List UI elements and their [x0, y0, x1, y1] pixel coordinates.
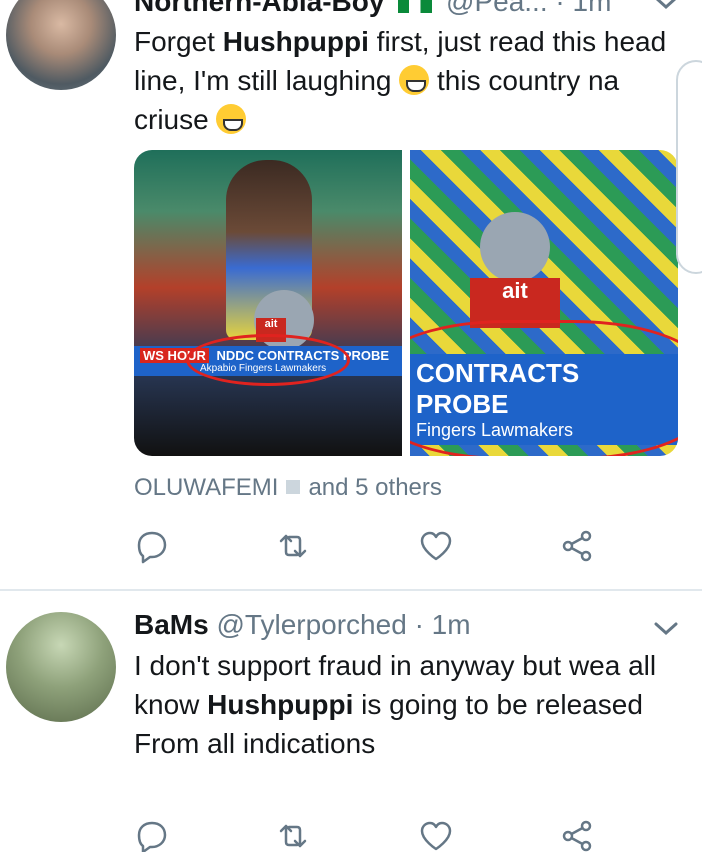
heart-icon[interactable]: [418, 528, 454, 564]
handle[interactable]: @Pea...: [446, 0, 548, 17]
timestamp: · 1m: [414, 609, 471, 640]
retweet-icon[interactable]: [275, 528, 311, 564]
tweet[interactable]: BaMs @Tylerporched · 1m I don't support …: [0, 591, 702, 852]
tweet-actions: [134, 528, 604, 568]
mic-label: ait: [264, 318, 278, 330]
tweet-image-left[interactable]: ait WS HOUR NDDC CONTRACTS PROBE Akpabio…: [134, 150, 402, 456]
timestamp: · 1m: [555, 0, 612, 17]
badge-icon: [286, 480, 301, 494]
share-icon[interactable]: [559, 818, 595, 852]
tweet-header: Northern-Abia-Boy @Pea... · 1m: [134, 0, 611, 18]
text-part: From all indications: [134, 728, 376, 759]
flag-icon: [398, 0, 433, 13]
mic-label: ait: [502, 278, 528, 303]
tweet-header: BaMs @Tylerporched · 1m: [134, 609, 471, 641]
text-part: Forget: [134, 26, 223, 57]
share-icon[interactable]: [559, 528, 595, 564]
display-name[interactable]: Northern-Abia-Boy: [134, 0, 384, 17]
retweet-icon[interactable]: [275, 818, 311, 852]
highlight-circle: [186, 334, 350, 386]
display-name[interactable]: BaMs: [134, 609, 209, 640]
heart-icon[interactable]: [418, 818, 454, 852]
tweet-text: Forget Hushpuppi first, just read this h…: [134, 22, 674, 139]
reply-icon[interactable]: [134, 818, 170, 852]
handle[interactable]: @Tylerporched: [216, 609, 406, 640]
tweet-text: I don't support fraud in anyway but wea …: [134, 646, 674, 763]
microphone-icon: [480, 212, 550, 282]
liked-others[interactable]: and 5 others: [308, 474, 441, 501]
highlight-circle: [410, 320, 678, 456]
avatar[interactable]: [6, 0, 116, 90]
tweet-actions: [134, 818, 604, 852]
laughing-emoji-icon: [216, 104, 247, 134]
grinning-emoji-icon: [399, 65, 430, 95]
chevron-down-icon[interactable]: [652, 0, 680, 14]
floating-card-edge: [676, 60, 702, 274]
liked-by-user[interactable]: OLUWAFEMI: [134, 474, 278, 501]
avatar[interactable]: [6, 612, 116, 722]
chevron-down-icon[interactable]: [652, 618, 680, 640]
tweet[interactable]: Northern-Abia-Boy @Pea... · 1m Forget Hu…: [0, 0, 702, 590]
tweet-image-right[interactable]: ait CONTRACTS PROBE Fingers Lawmakers: [410, 150, 678, 456]
liked-by[interactable]: OLUWAFEMI and 5 others: [134, 474, 442, 502]
text-bold: Hushpuppi: [207, 689, 354, 720]
text-part: is going to be released: [353, 689, 643, 720]
reply-icon[interactable]: [134, 528, 170, 564]
text-bold: Hushpuppi: [222, 26, 369, 57]
